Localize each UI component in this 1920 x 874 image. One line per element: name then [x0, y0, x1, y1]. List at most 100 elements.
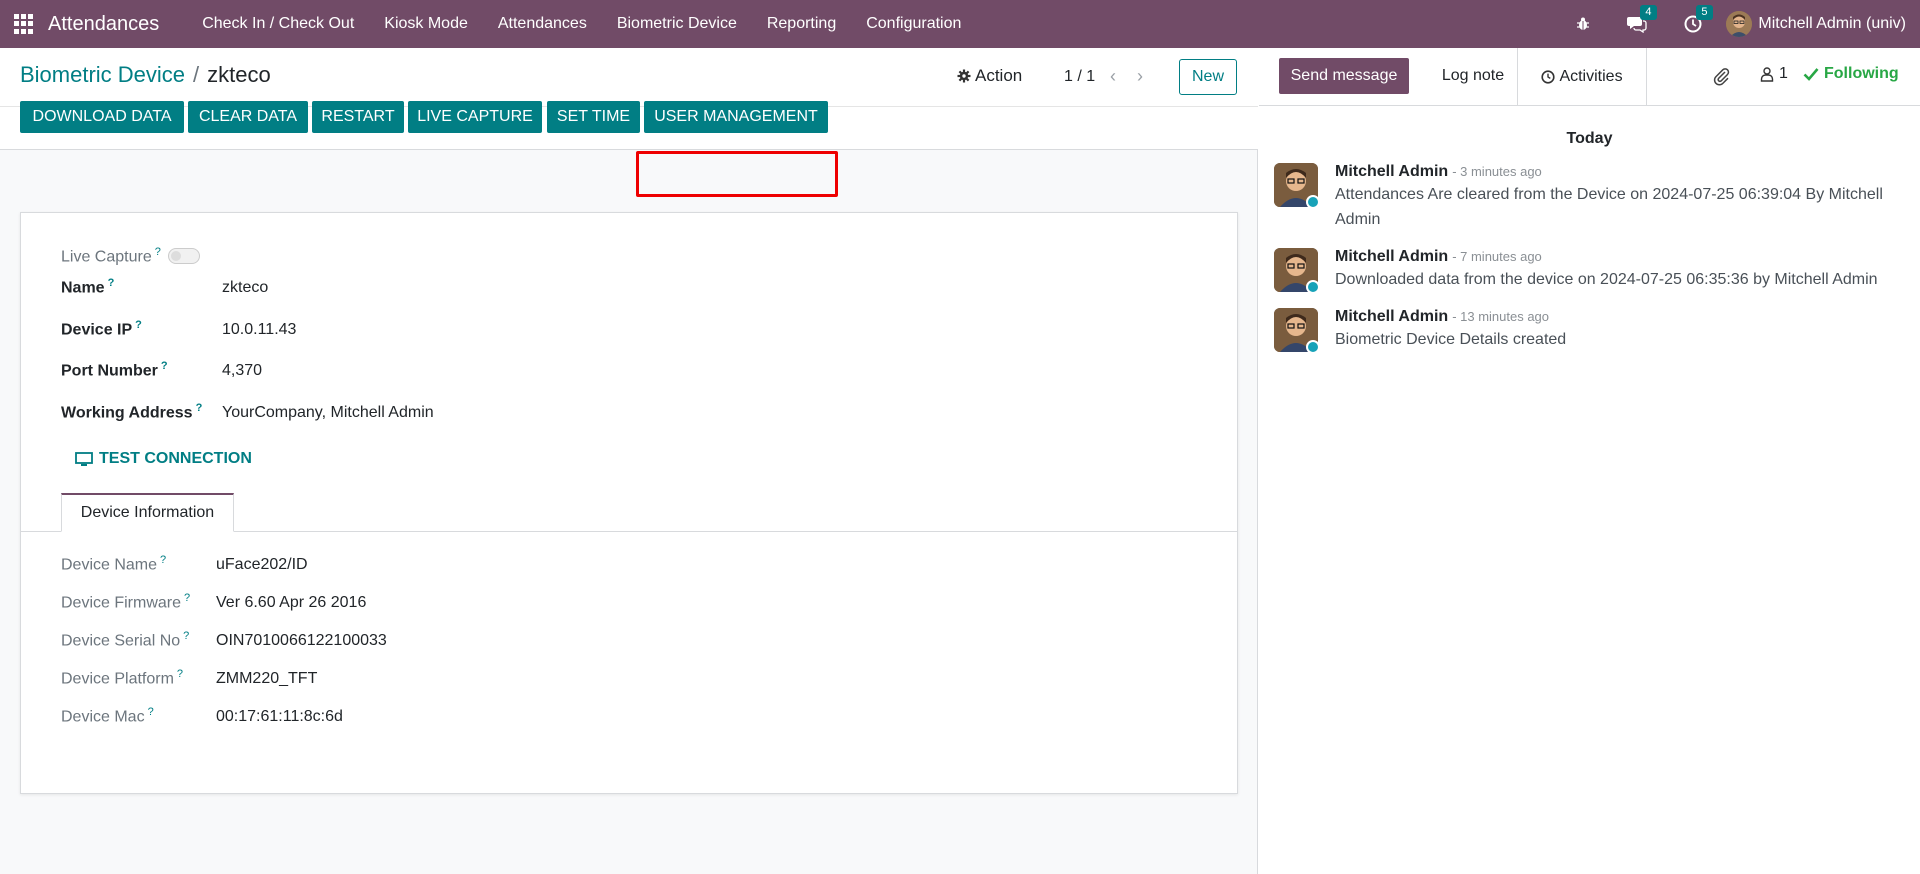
message-time: - 3 minutes ago: [1452, 164, 1542, 179]
user-avatar: [1726, 11, 1753, 37]
activities-button[interactable]: Activities: [1517, 48, 1647, 106]
top-navbar: Attendances Check In / Check Out Kiosk M…: [0, 0, 1920, 48]
bug-icon[interactable]: [1572, 13, 1594, 35]
breadcrumb: Biometric Device / zkteco: [20, 62, 271, 88]
form-view: Biometric Device / zkteco Action 1 / 1 ‹…: [0, 48, 1258, 874]
followers-button[interactable]: 1: [1759, 65, 1788, 83]
monitor-icon: [75, 451, 93, 466]
tab-device-information[interactable]: Device Information: [61, 493, 234, 532]
activities-badge: 5: [1696, 5, 1713, 20]
breadcrumb-current: zkteco: [207, 62, 271, 87]
device-mac-label: Device Mac?: [61, 706, 154, 726]
new-button[interactable]: New: [1179, 59, 1237, 95]
activities-label: Activities: [1559, 68, 1623, 85]
pager-value[interactable]: 1 / 1: [1064, 68, 1095, 86]
test-connection-button[interactable]: TEST CONNECTION: [75, 450, 252, 468]
device-firmware-field[interactable]: Ver 6.60 Apr 26 2016: [216, 594, 366, 612]
action-label: Action: [975, 66, 1023, 85]
action-menu-button[interactable]: Action: [957, 66, 1022, 86]
live-capture-button[interactable]: LIVE CAPTURE: [408, 101, 542, 133]
message-header: Mitchell Admin - 7 minutes ago: [1335, 248, 1905, 266]
gear-icon: [957, 69, 971, 83]
message-body: Mitchell Admin - 7 minutes ago Downloaded…: [1335, 248, 1905, 292]
device-ip-label: Device IP?: [61, 319, 142, 339]
messages-icon[interactable]: 4: [1626, 5, 1657, 35]
message-text: Downloaded data from the device on 2024-…: [1335, 271, 1878, 288]
pager-prev-icon[interactable]: ‹: [1110, 66, 1116, 87]
device-name-label: Device Name?: [61, 554, 167, 574]
live-capture-label: Live Capture?: [61, 246, 161, 266]
restart-button[interactable]: RESTART: [312, 101, 404, 133]
menu-reporting[interactable]: Reporting: [752, 0, 851, 48]
pager-next-icon[interactable]: ›: [1137, 66, 1143, 87]
message-time: - 13 minutes ago: [1452, 309, 1550, 324]
check-icon: [1803, 68, 1819, 81]
clock-icon: [1541, 70, 1556, 84]
highlight-annotation: [636, 151, 838, 197]
message-body: Mitchell Admin - 3 minutes ago Attendance…: [1335, 163, 1905, 232]
menu-check-in-check-out[interactable]: Check In / Check Out: [187, 0, 369, 48]
user-management-button[interactable]: USER MANAGEMENT: [644, 101, 828, 133]
message-time: - 7 minutes ago: [1452, 249, 1542, 264]
device-serial-label: Device Serial No?: [61, 630, 190, 650]
control-panel: Biometric Device / zkteco Action 1 / 1 ‹…: [0, 48, 1258, 106]
send-message-button[interactable]: Send message: [1279, 58, 1409, 94]
message-author[interactable]: Mitchell Admin: [1335, 163, 1448, 180]
following-label: Following: [1824, 65, 1899, 82]
app-title[interactable]: Attendances: [48, 13, 159, 36]
following-button[interactable]: Following: [1803, 65, 1899, 83]
online-status-dot: [1306, 195, 1320, 209]
device-mac-field[interactable]: 00:17:61:11:8c:6d: [216, 708, 343, 726]
message-header: Mitchell Admin - 3 minutes ago: [1335, 163, 1905, 181]
online-status-dot: [1306, 280, 1320, 294]
message-item: Mitchell Admin - 7 minutes ago Downloaded…: [1274, 248, 1904, 296]
message-text: Attendances Are cleared from the Device …: [1335, 186, 1883, 228]
menu-kiosk-mode[interactable]: Kiosk Mode: [369, 0, 483, 48]
menu-configuration[interactable]: Configuration: [851, 0, 976, 48]
breadcrumb-separator: /: [193, 62, 200, 87]
online-status-dot: [1306, 340, 1320, 354]
device-serial-field[interactable]: OIN7010066122100033: [216, 632, 387, 650]
activities-clock-icon[interactable]: 5: [1682, 5, 1713, 35]
chatter-panel: Send message Log note Activities 1 Follo…: [1259, 48, 1920, 874]
messages-badge: 4: [1640, 5, 1657, 20]
message-header: Mitchell Admin - 13 minutes ago: [1335, 308, 1905, 326]
working-address-label: Working Address?: [61, 402, 203, 422]
live-capture-toggle[interactable]: [168, 248, 200, 264]
chatter-topbar: Send message Log note Activities 1 Follo…: [1259, 48, 1920, 106]
date-separator: Today: [1566, 130, 1613, 147]
device-platform-label: Device Platform?: [61, 668, 184, 688]
name-field[interactable]: zkteco: [222, 279, 268, 297]
device-firmware-label: Device Firmware?: [61, 592, 191, 612]
port-number-label: Port Number?: [61, 360, 168, 380]
apps-menu-icon[interactable]: [14, 14, 34, 34]
name-label: Name?: [61, 277, 115, 297]
paperclip-icon[interactable]: [1711, 66, 1731, 91]
systray: 4 5 Mitchell Admin (univ): [1560, 0, 1920, 48]
message-author[interactable]: Mitchell Admin: [1335, 308, 1448, 325]
device-ip-field[interactable]: 10.0.11.43: [222, 321, 296, 339]
user-menu[interactable]: Mitchell Admin (univ): [1726, 11, 1906, 37]
log-note-button[interactable]: Log note: [1417, 58, 1529, 94]
breadcrumb-parent-link[interactable]: Biometric Device: [20, 62, 185, 88]
clear-data-button[interactable]: CLEAR DATA: [188, 101, 308, 133]
menu-attendances[interactable]: Attendances: [483, 0, 602, 48]
main-menu: Check In / Check Out Kiosk Mode Attendan…: [187, 0, 976, 48]
device-platform-field[interactable]: ZMM220_TFT: [216, 670, 317, 688]
person-icon: [1760, 67, 1774, 82]
port-number-field[interactable]: 4,370: [222, 362, 262, 380]
message-author[interactable]: Mitchell Admin: [1335, 248, 1448, 265]
download-data-button[interactable]: DOWNLOAD DATA: [20, 101, 184, 133]
device-name-field[interactable]: uFace202/ID: [216, 556, 308, 574]
set-time-button[interactable]: SET TIME: [547, 101, 640, 133]
followers-count: 1: [1779, 65, 1788, 82]
message-body: Mitchell Admin - 13 minutes ago Biometric…: [1335, 308, 1905, 352]
message-item: Mitchell Admin - 3 minutes ago Attendance…: [1274, 163, 1904, 235]
user-name: Mitchell Admin (univ): [1758, 15, 1906, 32]
form-sheet: Live Capture? Name? zkteco Device IP? 10…: [20, 212, 1238, 794]
test-connection-label: TEST CONNECTION: [99, 450, 252, 467]
message-item: Mitchell Admin - 13 minutes ago Biometric…: [1274, 308, 1904, 356]
working-address-field[interactable]: YourCompany, Mitchell Admin: [222, 404, 434, 422]
menu-biometric-device[interactable]: Biometric Device: [602, 0, 752, 48]
message-text: Biometric Device Details created: [1335, 331, 1567, 348]
